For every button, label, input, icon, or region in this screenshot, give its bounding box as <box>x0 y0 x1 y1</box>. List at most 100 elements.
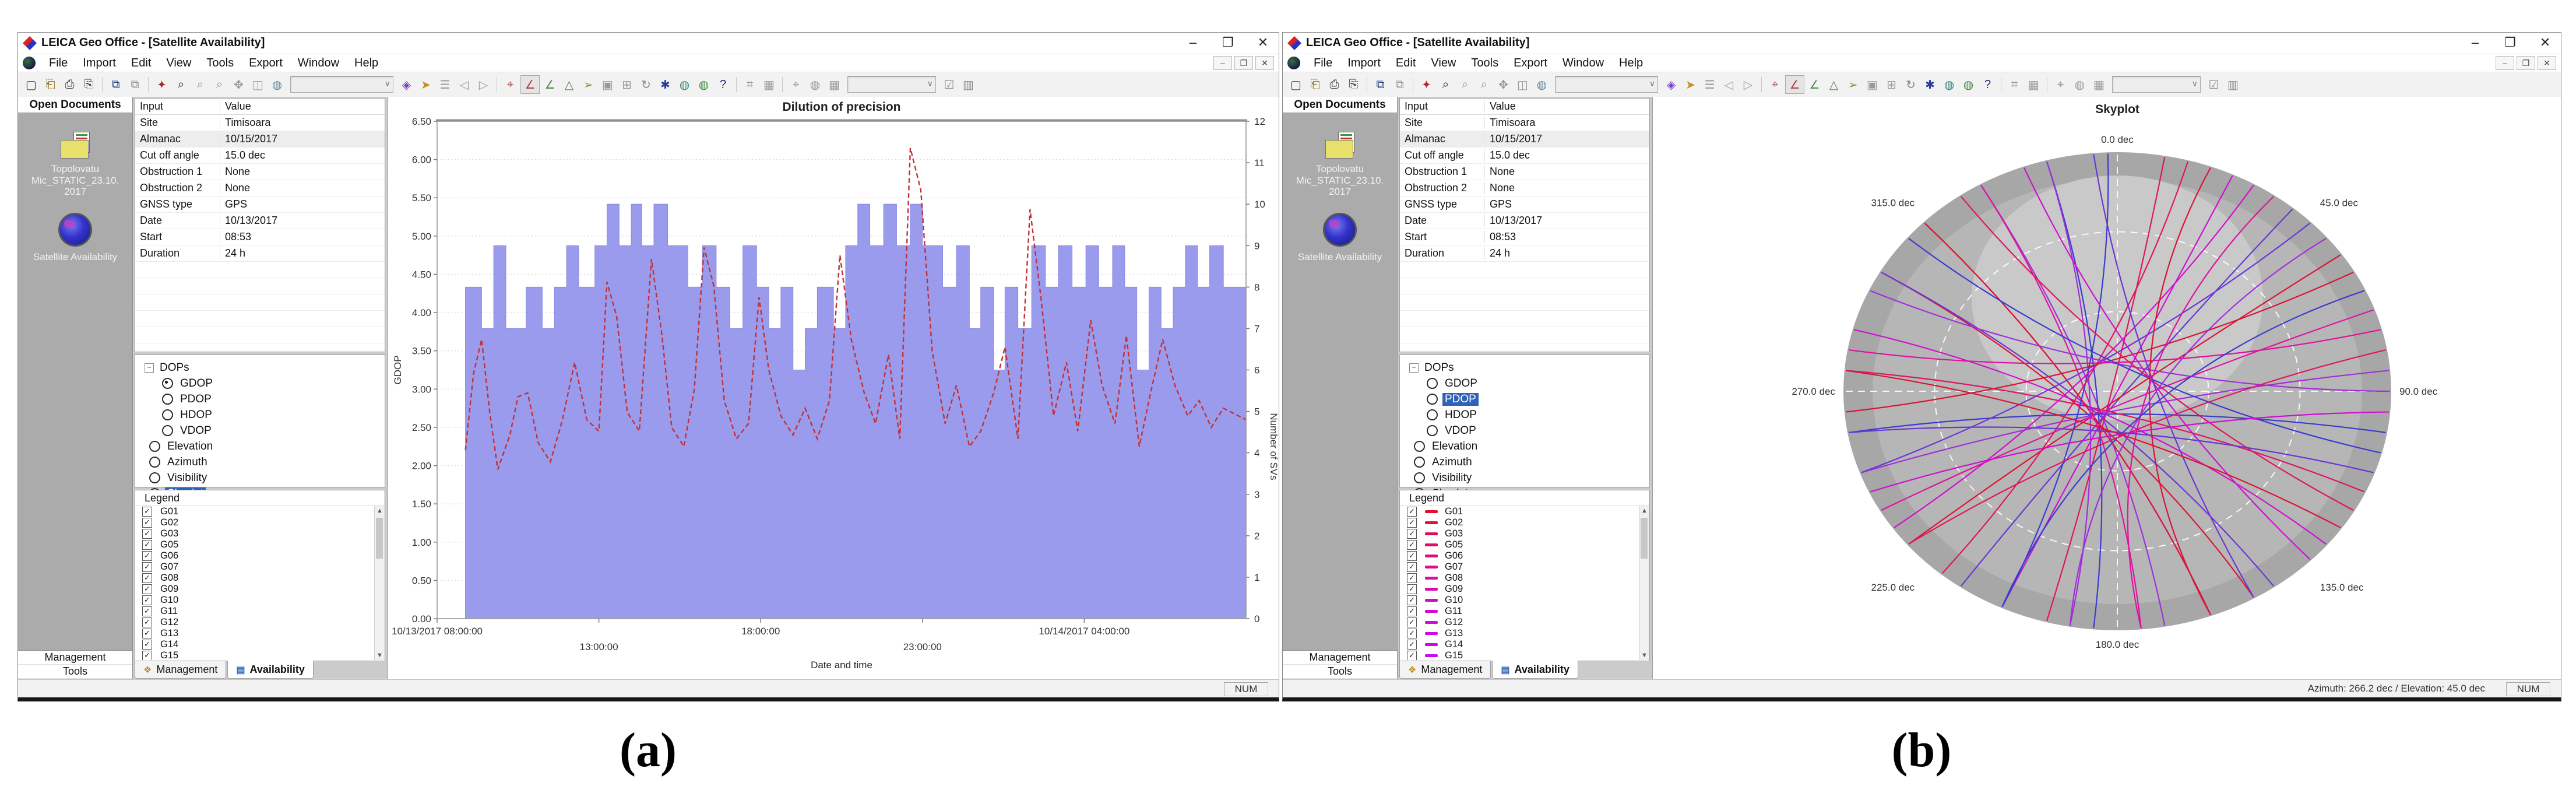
triangle-tool-icon[interactable]: △ <box>560 76 578 93</box>
check-icon[interactable]: ☑ <box>940 76 958 93</box>
legend-item-g05[interactable]: ✓G05 <box>1400 539 1639 550</box>
legend-item-g11[interactable]: ✓G11 <box>1400 606 1639 617</box>
management-panel-button[interactable]: Management <box>1283 651 1397 665</box>
menu-window[interactable]: Window <box>1555 57 1611 70</box>
star-icon[interactable]: ✱ <box>656 76 674 93</box>
legend-item-g10[interactable]: ✓G10 <box>135 595 374 606</box>
tree-item-elevation[interactable]: Elevation <box>149 438 385 454</box>
tab-management[interactable]: ❖Management <box>1399 661 1491 679</box>
legend-item-g06[interactable]: ✓G06 <box>1400 550 1639 562</box>
satellite-availability-item[interactable]: Satellite Availability <box>1283 213 1397 263</box>
scroll-up-icon[interactable]: ▲ <box>1639 506 1649 515</box>
goto-icon[interactable]: ➤ <box>417 76 435 93</box>
child-minimize-icon[interactable]: – <box>1213 56 1232 70</box>
globe-green-icon[interactable]: ◍ <box>1959 76 1977 93</box>
child-close-icon[interactable]: ✕ <box>2538 56 2556 70</box>
print-icon[interactable]: ⎙ <box>61 76 79 93</box>
tree-item-azimuth[interactable]: Azimuth <box>149 454 385 470</box>
angle-tool-icon[interactable]: ∠ <box>1785 75 1804 94</box>
visibility-radio[interactable] <box>1414 472 1425 483</box>
checkbox-icon[interactable]: ✓ <box>142 540 152 550</box>
globe-green-icon[interactable]: ◍ <box>695 76 713 93</box>
legend-item-g12[interactable]: ✓G12 <box>135 617 374 628</box>
checkbox-icon[interactable]: ✓ <box>142 584 152 594</box>
columns-icon[interactable]: ▥ <box>959 76 977 93</box>
table-row[interactable]: Almanac10/15/2017 <box>135 131 385 148</box>
restore-icon[interactable]: ❐ <box>2500 35 2520 50</box>
menu-import[interactable]: Import <box>1340 57 1388 70</box>
checkbox-icon[interactable]: ✓ <box>1407 573 1417 583</box>
table-row[interactable]: Obstruction 2None <box>135 180 385 196</box>
elevation-radio[interactable] <box>1414 441 1425 452</box>
legend-item-g02[interactable]: ✓G02 <box>135 517 374 528</box>
rotate-icon[interactable]: ↻ <box>1902 76 1920 93</box>
angle-tool-icon[interactable]: ∠ <box>520 75 540 94</box>
legend-item-g06[interactable]: ✓G06 <box>135 550 374 562</box>
pdop-radio[interactable] <box>162 394 173 405</box>
zoom-window-icon[interactable]: ⌕ <box>1475 76 1493 93</box>
help-icon[interactable]: ? <box>1979 76 1997 93</box>
rotate-icon[interactable]: ↻ <box>637 76 655 93</box>
table-row[interactable]: Duration24 h <box>1400 245 1649 262</box>
checkbox-icon[interactable]: ✓ <box>142 518 152 528</box>
menu-view[interactable]: View <box>1423 57 1463 70</box>
pointer-icon[interactable]: ⌖ <box>1766 76 1784 93</box>
pointer-icon[interactable]: ⌖ <box>501 76 519 93</box>
gdop-radio[interactable] <box>162 378 173 389</box>
checkbox-icon[interactable]: ✓ <box>142 651 152 660</box>
checkbox-icon[interactable]: ✓ <box>1407 518 1417 528</box>
menu-tools[interactable]: Tools <box>1463 57 1506 70</box>
management-panel-button[interactable]: Management <box>18 651 132 665</box>
legend-item-g08[interactable]: ✓G08 <box>1400 573 1639 584</box>
toolbar-combobox[interactable] <box>1555 76 1658 93</box>
tree-item-gdop[interactable]: GDOP <box>162 376 385 391</box>
goto-icon[interactable]: ➤ <box>1681 76 1699 93</box>
export-view-icon[interactable]: ◍ <box>268 76 286 93</box>
child-minimize-icon[interactable]: – <box>2496 56 2514 70</box>
zoom-out-icon[interactable]: ⌕ <box>1456 76 1474 93</box>
legend-item-g07[interactable]: ✓G07 <box>135 562 374 573</box>
monitor-icon[interactable]: ⌗ <box>741 76 759 93</box>
new-icon[interactable]: ▢ <box>1287 76 1305 93</box>
checkbox-icon[interactable]: ✓ <box>142 562 152 572</box>
legend-item-g05[interactable]: ✓G05 <box>135 539 374 550</box>
satellite-availability-item[interactable]: Satellite Availability <box>18 213 132 263</box>
open-icon[interactable]: ⎗ <box>41 76 59 93</box>
legend-item-g09[interactable]: ✓G09 <box>1400 584 1639 595</box>
toolbar-combobox[interactable] <box>847 76 936 93</box>
globe2-icon[interactable]: ◍ <box>806 76 824 93</box>
pan-icon[interactable]: ✥ <box>230 76 248 93</box>
child-close-icon[interactable]: ✕ <box>1255 56 1274 70</box>
legend-item-g14[interactable]: ✓G14 <box>135 639 374 650</box>
forward-icon[interactable]: ▷ <box>474 76 492 93</box>
gdop-radio[interactable] <box>1427 378 1438 389</box>
legend-scrollbar[interactable]: ▲ ▼ <box>1639 506 1649 660</box>
checkbox-icon[interactable]: ✓ <box>1407 584 1417 594</box>
scroll-up-icon[interactable]: ▲ <box>375 506 385 515</box>
menu-window[interactable]: Window <box>290 57 347 70</box>
legend-item-g13[interactable]: ✓G13 <box>135 628 374 639</box>
table-row[interactable]: GNSS typeGPS <box>1400 196 1649 213</box>
print-preview-icon[interactable]: ⎘ <box>80 76 98 93</box>
tree-root-dops[interactable]: −DOPs <box>1409 360 1649 376</box>
grid2-icon[interactable]: ▦ <box>2090 76 2108 93</box>
legend-item-g03[interactable]: ✓G03 <box>1400 528 1639 539</box>
print-preview-icon[interactable]: ⎘ <box>1345 76 1363 93</box>
new-icon[interactable]: ▢ <box>22 76 40 93</box>
menu-file[interactable]: File <box>41 57 75 70</box>
table-row[interactable]: Date10/13/2017 <box>1400 213 1649 229</box>
table-row[interactable]: Cut off angle15.0 dec <box>1400 148 1649 164</box>
tree-item-azimuth[interactable]: Azimuth <box>1414 454 1649 470</box>
tree-item-pdop[interactable]: PDOP <box>1427 391 1649 407</box>
legend-item-g15[interactable]: ✓G15 <box>1400 650 1639 660</box>
tree-item-hdop[interactable]: HDOP <box>162 407 385 423</box>
legend-item-g08[interactable]: ✓G08 <box>135 573 374 584</box>
tag-tool-icon[interactable]: ▣ <box>599 76 617 93</box>
monitor-icon[interactable]: ⌗ <box>2005 76 2024 93</box>
report-icon[interactable]: ▦ <box>2025 76 2043 93</box>
menu-help[interactable]: Help <box>1611 57 1651 70</box>
table-row[interactable]: SiteTimisoara <box>135 115 385 131</box>
point-tool-icon[interactable]: ➢ <box>1844 76 1862 93</box>
table-row[interactable]: Almanac10/15/2017 <box>1400 131 1649 148</box>
tree-item-vdop[interactable]: VDOP <box>1427 423 1649 438</box>
